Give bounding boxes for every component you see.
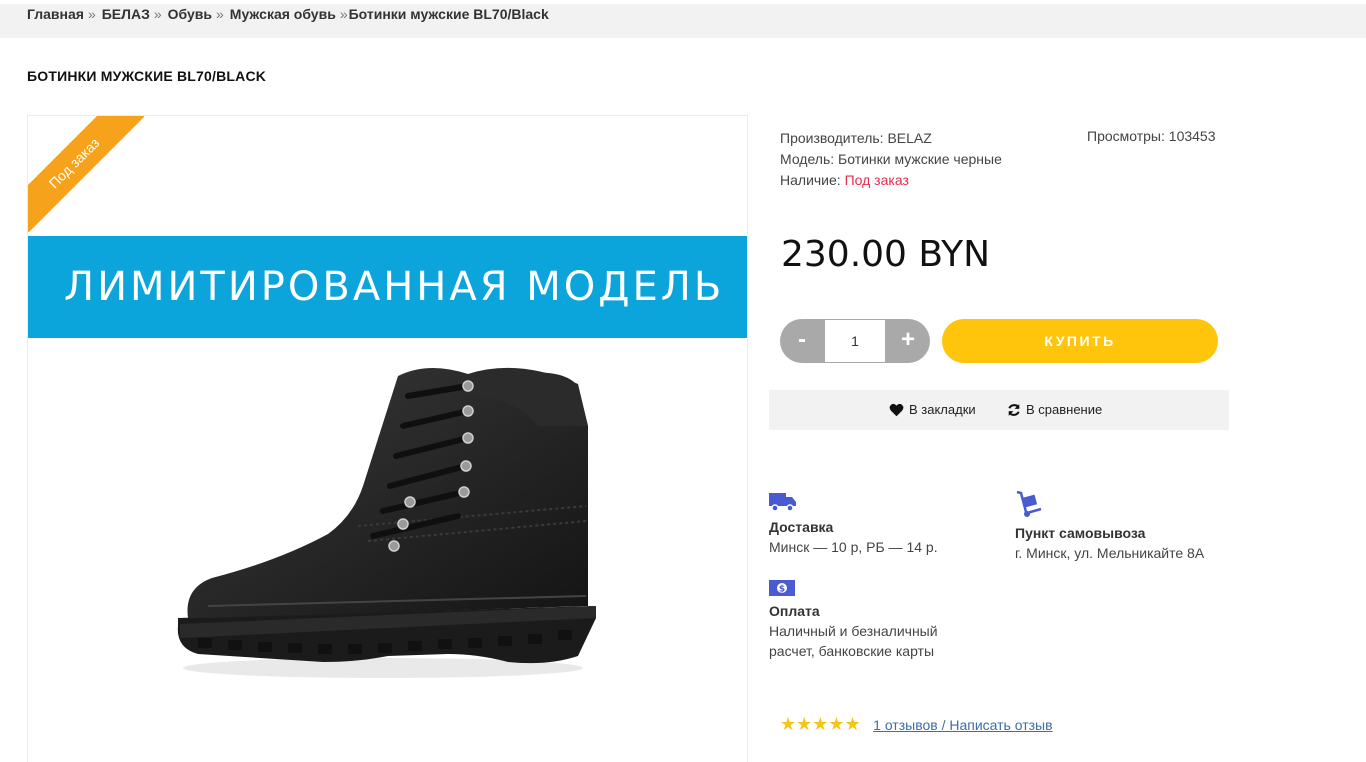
manufacturer-value[interactable]: BELAZ xyxy=(887,130,931,146)
product-actions-bar: В закладки В сравнение xyxy=(769,390,1229,430)
product-image[interactable]: Под заказ ЛИМИТИРОВАННАЯ МОДЕЛЬ xyxy=(27,115,748,762)
breadcrumb: Главная» БЕЛАЗ» Обувь» Мужская обувь »Ботинк… xyxy=(27,6,549,22)
heart-icon xyxy=(889,403,904,417)
boot-image xyxy=(177,367,597,678)
views-label: Просмотры: xyxy=(1087,128,1165,144)
ribbon-label: Под заказ xyxy=(28,116,144,232)
breadcrumb-separator: » xyxy=(216,6,224,22)
quantity-decrease-button[interactable]: - xyxy=(780,319,824,363)
views-counter: Просмотры: 103453 xyxy=(1087,128,1216,144)
quantity-increase-button[interactable]: + xyxy=(886,319,930,363)
quantity-stepper: - + xyxy=(780,319,930,363)
payment-text-line-1: Наличный и безналичный xyxy=(769,623,938,639)
breadcrumb-separator: » xyxy=(153,6,162,22)
page-title: БОТИНКИ МУЖСКИЕ BL70/BLACK xyxy=(27,68,267,84)
bookmark-button[interactable]: В закладки xyxy=(889,390,976,430)
delivery-title: Доставка xyxy=(769,519,834,535)
limited-edition-banner: ЛИМИТИРОВАННАЯ МОДЕЛЬ xyxy=(28,236,747,338)
quantity-input[interactable] xyxy=(825,320,885,362)
star-rating-icons: ★★★★★ xyxy=(780,714,861,734)
rating: ★★★★★ 1 отзывов / Написать отзыв xyxy=(780,714,1053,735)
bookmark-label: В закладки xyxy=(909,402,976,417)
breadcrumb-home[interactable]: Главная xyxy=(27,6,84,22)
buy-button[interactable]: КУПИТЬ xyxy=(942,319,1218,363)
manufacturer-label: Производитель: xyxy=(780,130,884,146)
availability-label: Наличие: xyxy=(780,172,841,188)
compare-label: В сравнение xyxy=(1026,402,1103,417)
breadcrumb-current: Ботинки мужские BL70/Black xyxy=(348,6,549,22)
payment-text-line-2: расчет, банковские карты xyxy=(769,643,935,659)
hand-truck-icon xyxy=(1016,490,1042,517)
breadcrumb-mens-shoes[interactable]: Мужская обувь xyxy=(230,6,336,22)
availability-row: Наличие: Под заказ xyxy=(780,170,1002,191)
delivery-info: Доставка Минск — 10 р, РБ — 14 р. xyxy=(769,490,989,557)
money-icon: $ xyxy=(769,580,795,596)
payment-title: Оплата xyxy=(769,603,820,619)
breadcrumb-separator: » xyxy=(339,6,348,22)
reviews-link[interactable]: 1 отзывов / Написать отзыв xyxy=(873,717,1052,733)
model-row: Модель: Ботинки мужские черные xyxy=(780,149,1002,170)
delivery-text: Минск — 10 р, РБ — 14 р. xyxy=(769,539,938,555)
model-label: Модель: xyxy=(780,151,835,167)
availability-status: Под заказ xyxy=(844,172,909,188)
manufacturer-row: Производитель: BELAZ xyxy=(780,128,1002,149)
compare-button[interactable]: В сравнение xyxy=(1007,390,1102,430)
breadcrumb-belaz[interactable]: БЕЛАЗ xyxy=(102,6,150,22)
pickup-text: г. Минск, ул. Мельникайте 8А xyxy=(1015,545,1205,561)
pickup-info: Пункт самовывоза г. Минск, ул. Мельникай… xyxy=(1015,490,1255,563)
svg-text:$: $ xyxy=(779,585,785,595)
views-value: 103453 xyxy=(1168,128,1216,144)
truck-icon xyxy=(769,493,796,512)
payment-info: $ Оплата Наличный и безналичный расчет, … xyxy=(769,580,989,661)
order-ribbon: Под заказ xyxy=(28,116,144,232)
product-info: Производитель: BELAZ Модель: Ботинки муж… xyxy=(780,128,1002,191)
breadcrumb-shoes[interactable]: Обувь xyxy=(168,6,212,22)
price: 230.00 BYN xyxy=(781,234,991,275)
pickup-title: Пункт самовывоза xyxy=(1015,525,1146,541)
breadcrumb-separator: » xyxy=(87,6,96,22)
refresh-icon xyxy=(1008,404,1020,416)
model-value: Ботинки мужские черные xyxy=(838,151,1002,167)
